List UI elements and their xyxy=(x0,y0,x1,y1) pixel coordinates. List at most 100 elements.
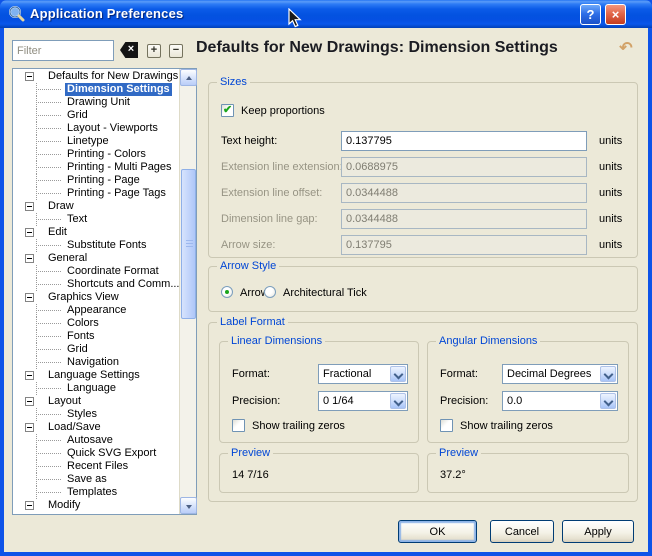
tree-item-label: Drawing Unit xyxy=(65,96,132,109)
help-button[interactable]: ? xyxy=(580,4,601,25)
tree-item[interactable]: Printing - Colors xyxy=(13,148,179,161)
units-label: units xyxy=(599,239,622,251)
tree-item[interactable]: Coordinate Format xyxy=(13,265,179,278)
tree-item-label: Substitute Fonts xyxy=(65,239,149,252)
units-label: units xyxy=(599,187,622,199)
tree-item[interactable]: Graphics View xyxy=(13,291,179,304)
tree-item[interactable]: Grid xyxy=(13,343,179,356)
linear-format-combobox[interactable]: Fractional xyxy=(318,364,408,384)
field-input[interactable] xyxy=(341,131,587,151)
tree-item[interactable]: Drawing Unit xyxy=(13,96,179,109)
collapse-all-icon[interactable]: − xyxy=(169,44,183,58)
tree-item[interactable]: Appearance xyxy=(13,304,179,317)
scrollbar-thumb[interactable] xyxy=(181,169,196,319)
apply-button[interactable]: Apply xyxy=(562,520,634,543)
collapse-toggle-icon[interactable] xyxy=(25,423,34,432)
ok-button[interactable]: OK xyxy=(398,520,477,543)
collapse-toggle-icon[interactable] xyxy=(25,371,34,380)
titlebar[interactable]: Application Preferences ? × xyxy=(0,0,652,28)
collapse-toggle-icon[interactable] xyxy=(25,72,34,81)
tree-item[interactable]: Edit xyxy=(13,226,179,239)
arrow-radio[interactable] xyxy=(221,286,233,298)
architectural-tick-radio[interactable] xyxy=(264,286,276,298)
app-magnifier-icon xyxy=(8,5,25,22)
field-input xyxy=(341,183,587,203)
tree-item[interactable]: Layout - Viewports xyxy=(13,122,179,135)
collapse-toggle-icon[interactable] xyxy=(25,397,34,406)
chevron-down-icon[interactable] xyxy=(600,366,616,382)
tree-item[interactable]: Templates xyxy=(13,486,179,499)
tree-item-label: Recent Files xyxy=(65,460,130,473)
tree-item[interactable]: Printing - Page xyxy=(13,174,179,187)
collapse-toggle-icon[interactable] xyxy=(25,202,34,211)
linear-precision-label: Precision: xyxy=(232,395,280,407)
angular-precision-value: 0.0 xyxy=(507,395,522,407)
tree-item[interactable]: Printing - Page Tags xyxy=(13,187,179,200)
units-label: units xyxy=(599,161,622,173)
tree-item[interactable]: Load/Save xyxy=(13,421,179,434)
tree-item[interactable]: Modify xyxy=(13,499,179,512)
tree-item[interactable]: Quick SVG Export xyxy=(13,447,179,460)
tree-item-label: Load/Save xyxy=(46,421,103,434)
collapse-toggle-icon[interactable] xyxy=(25,501,34,510)
collapse-toggle-icon[interactable] xyxy=(25,254,34,263)
tree-item[interactable]: Defaults for New Drawings xyxy=(13,70,179,83)
tree-item[interactable]: Shortcuts and Comm... xyxy=(13,278,179,291)
tree-item[interactable]: Save as xyxy=(13,473,179,486)
filter-input[interactable] xyxy=(12,40,114,61)
angular-format-combobox[interactable]: Decimal Degrees xyxy=(502,364,618,384)
tree-item[interactable]: Styles xyxy=(13,408,179,421)
collapse-toggle-icon[interactable] xyxy=(25,228,34,237)
scroll-down-icon[interactable] xyxy=(180,497,197,514)
close-button[interactable]: × xyxy=(605,4,626,25)
tree-item[interactable]: Printing - Multi Pages xyxy=(13,161,179,174)
keep-proportions-checkbox[interactable] xyxy=(221,104,234,117)
tree-item-label: Language Settings xyxy=(46,369,142,382)
tree-item-label: Shortcuts and Comm... xyxy=(65,278,179,291)
angular-precision-combobox[interactable]: 0.0 xyxy=(502,391,618,411)
tree-item[interactable]: Linetype xyxy=(13,135,179,148)
tree-item[interactable]: Fonts xyxy=(13,330,179,343)
scroll-up-icon[interactable] xyxy=(180,69,197,86)
linear-preview-group: Preview 14 7/16 xyxy=(219,453,419,493)
tree-item[interactable]: Text xyxy=(13,213,179,226)
tree-item[interactable]: Grid xyxy=(13,109,179,122)
tree-item[interactable]: Layout xyxy=(13,395,179,408)
tree-scrollbar[interactable] xyxy=(179,69,196,514)
tree-item[interactable]: Colors xyxy=(13,317,179,330)
collapse-toggle-icon[interactable] xyxy=(25,293,34,302)
tree-item[interactable]: Recent Files xyxy=(13,460,179,473)
tree-list: Defaults for New DrawingsDimension Setti… xyxy=(13,70,179,513)
cancel-button[interactable]: Cancel xyxy=(490,520,554,543)
tree-item[interactable]: Autosave xyxy=(13,434,179,447)
linear-precision-value: 0 1/64 xyxy=(323,395,354,407)
arrow-style-caption: Arrow Style xyxy=(217,260,279,273)
field-input xyxy=(341,209,587,229)
tree-item[interactable]: Language Settings xyxy=(13,369,179,382)
linear-dimensions-group: Linear Dimensions Format: Fractional Pre… xyxy=(219,341,419,443)
units-label: units xyxy=(599,135,622,147)
tree-item[interactable]: Dimension Settings xyxy=(13,83,179,96)
tree-item[interactable]: Draw xyxy=(13,200,179,213)
tree-item-label: Layout - Viewports xyxy=(65,122,160,135)
tree-item[interactable]: Navigation xyxy=(13,356,179,369)
chevron-down-icon[interactable] xyxy=(390,366,406,382)
tree-item-label: Text xyxy=(65,213,89,226)
expand-all-icon[interactable]: + xyxy=(147,44,161,58)
tree-item-label: Templates xyxy=(65,486,119,499)
linear-trailing-zeros-checkbox[interactable] xyxy=(232,419,245,432)
angular-trailing-zeros-checkbox[interactable] xyxy=(440,419,453,432)
size-field-row: Dimension line gap:units xyxy=(209,209,637,229)
tree-item-label: Fonts xyxy=(65,330,97,343)
window-title: Application Preferences xyxy=(30,6,183,21)
reset-undo-icon[interactable]: ↶ xyxy=(617,40,635,58)
tree-item[interactable]: Language xyxy=(13,382,179,395)
arrow-style-group: Arrow Style Arrow Architectural Tick xyxy=(208,266,638,312)
angular-dimensions-caption: Angular Dimensions xyxy=(436,335,540,348)
tree-item[interactable]: General xyxy=(13,252,179,265)
settings-tree: Defaults for New DrawingsDimension Setti… xyxy=(12,68,197,515)
linear-precision-combobox[interactable]: 0 1/64 xyxy=(318,391,408,411)
tree-item[interactable]: Substitute Fonts xyxy=(13,239,179,252)
chevron-down-icon[interactable] xyxy=(600,393,616,409)
chevron-down-icon[interactable] xyxy=(390,393,406,409)
